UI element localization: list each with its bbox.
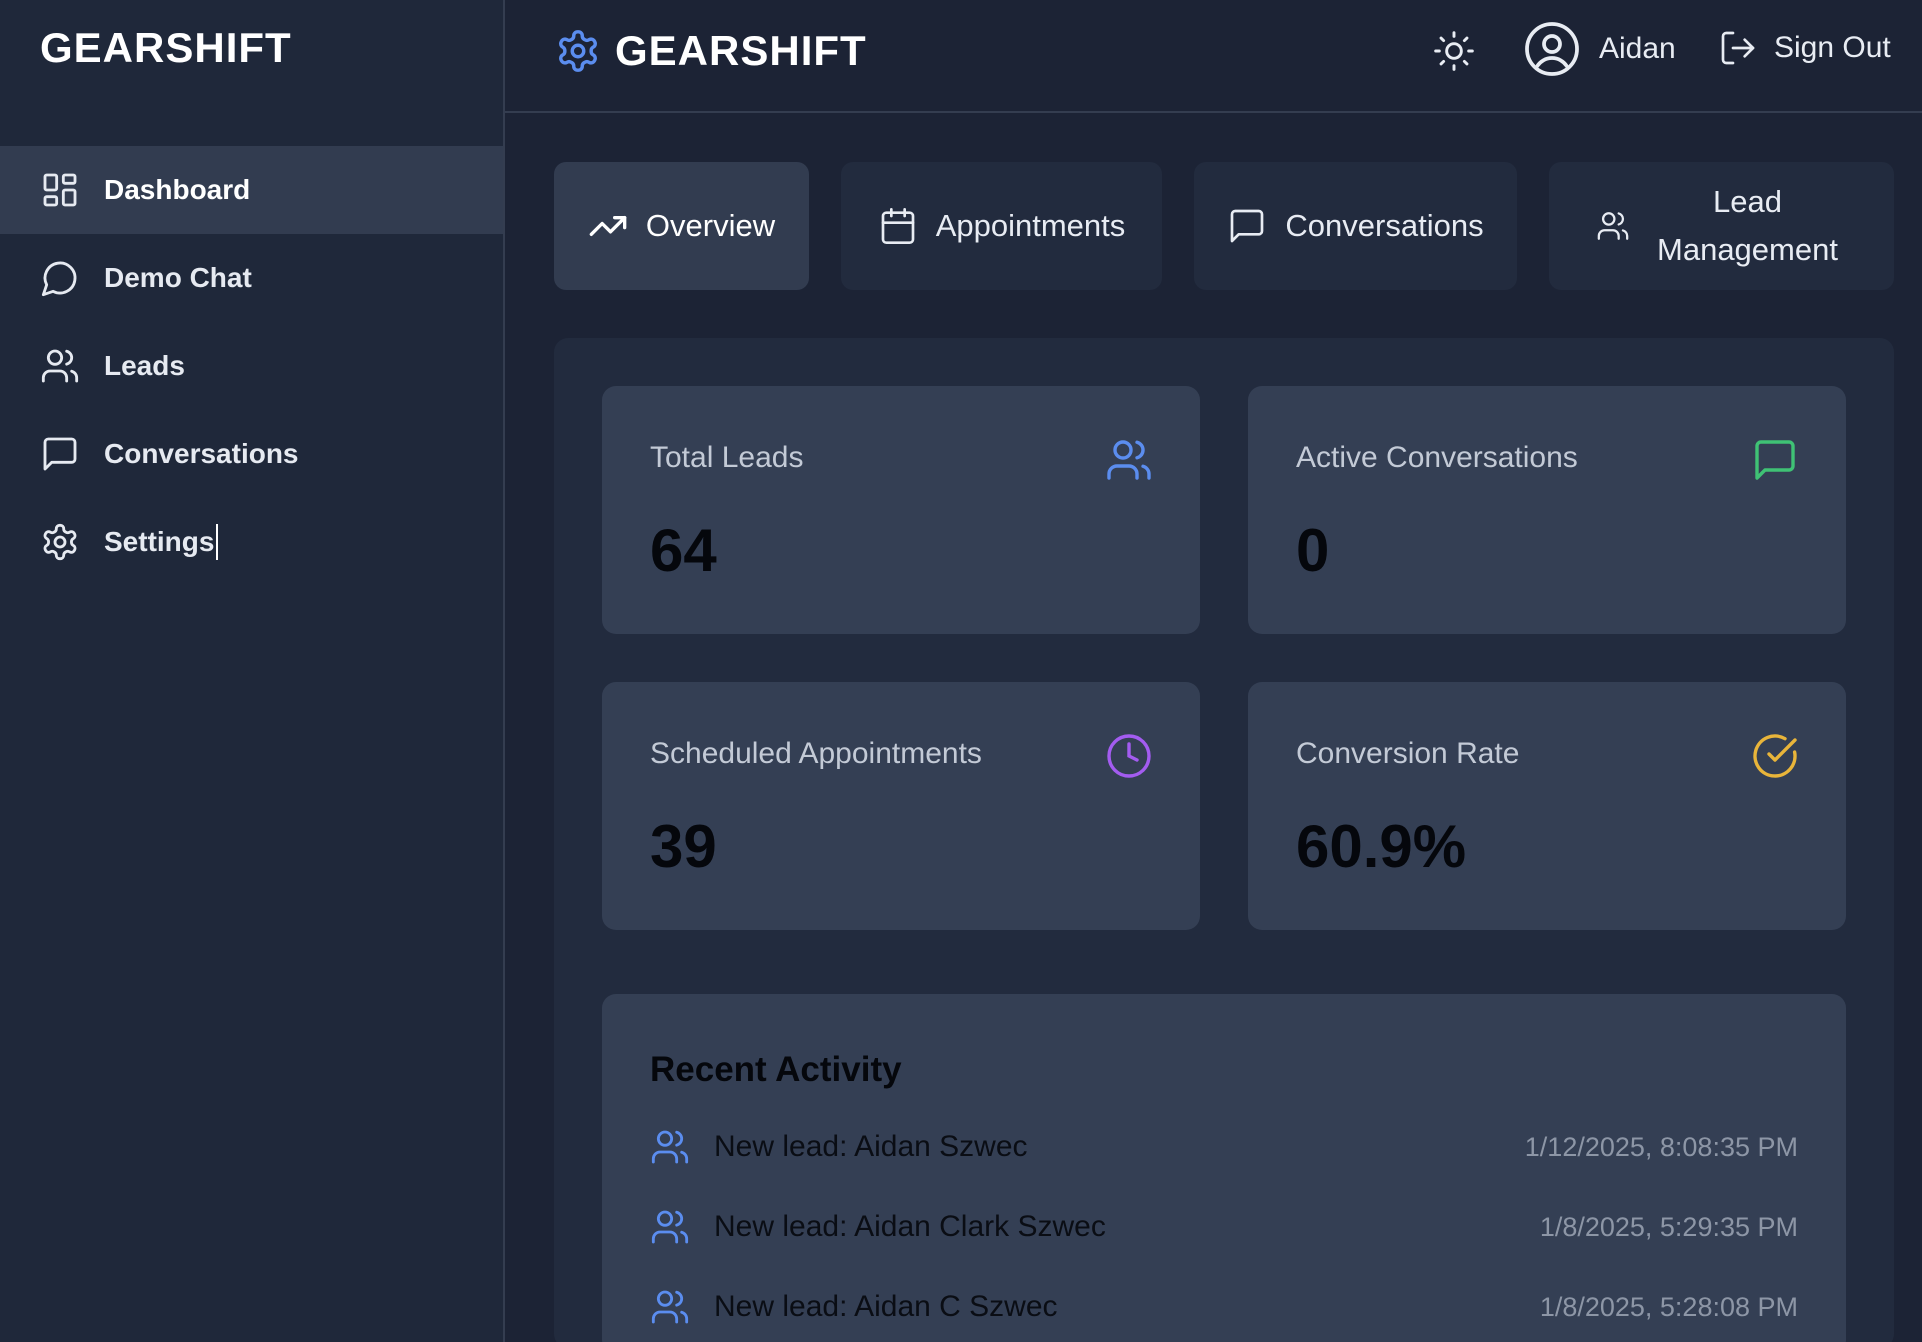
- tab-conversations[interactable]: Conversations: [1194, 162, 1517, 290]
- user-circle-icon: [1522, 19, 1582, 79]
- sidebar-item-conversations[interactable]: Conversations: [0, 410, 503, 498]
- stat-card-conversion-rate: Conversion Rate 60.9%: [1248, 682, 1846, 930]
- recent-activity-title: Recent Activity: [650, 1050, 902, 1089]
- activity-item[interactable]: New lead: Aidan C Szwec 1/8/2025, 5:28:0…: [650, 1282, 1798, 1332]
- stat-value: 39: [650, 813, 717, 880]
- gear-icon: [555, 28, 601, 74]
- sidebar-nav: Dashboard Demo Chat Leads Conversations …: [0, 146, 503, 586]
- activity-item[interactable]: New lead: Aidan Szwec 1/12/2025, 8:08:35…: [650, 1122, 1798, 1172]
- sidebar-item-leads[interactable]: Leads: [0, 322, 503, 410]
- user-menu[interactable]: Aidan: [1522, 19, 1676, 79]
- dashboard-grid-icon: [40, 170, 80, 210]
- stat-label: Conversion Rate: [1296, 737, 1520, 770]
- sidebar-item-label: Conversations: [104, 438, 299, 469]
- stat-value: 0: [1296, 517, 1330, 584]
- tab-overview[interactable]: Overview: [554, 162, 809, 290]
- tab-lead-management[interactable]: Lead Management: [1549, 162, 1894, 290]
- gear-icon: [40, 522, 80, 562]
- tab-label: Conversations: [1285, 208, 1484, 243]
- stat-card-active-conversations: Active Conversations 0: [1248, 386, 1846, 634]
- tab-appointments[interactable]: Appointments: [841, 162, 1162, 290]
- activity-time: 1/8/2025, 5:29:35 PM: [1539, 1211, 1798, 1242]
- activity-time: 1/8/2025, 5:28:08 PM: [1539, 1291, 1798, 1322]
- stat-card-scheduled-appointments: Scheduled Appointments 39: [602, 682, 1200, 930]
- text-cursor: [216, 524, 219, 560]
- activity-time: 1/12/2025, 8:08:35 PM: [1524, 1131, 1798, 1162]
- activity-text: New lead: Aidan C Szwec: [714, 1290, 1058, 1323]
- tab-label: Overview: [645, 208, 776, 243]
- users-icon: [650, 1127, 690, 1167]
- sign-out-button[interactable]: Sign Out: [1718, 28, 1891, 68]
- sidebar: GEARSHIFT Dashboard Demo Chat Leads Conv…: [0, 0, 505, 1342]
- tab-label-line: Lead: [1713, 184, 1782, 219]
- sidebar-item-label: Dashboard: [104, 174, 251, 205]
- users-icon: [650, 1287, 690, 1327]
- user-name: Aidan: [1599, 32, 1676, 65]
- header-brand-label: GEARSHIFT: [615, 27, 867, 74]
- sidebar-item-label: Demo Chat: [104, 262, 252, 293]
- stat-card-total-leads: Total Leads 64: [602, 386, 1200, 634]
- users-icon: [40, 346, 80, 386]
- stat-label: Scheduled Appointments: [650, 737, 982, 770]
- users-icon: [1105, 436, 1153, 484]
- sidebar-item-demo-chat[interactable]: Demo Chat: [0, 234, 503, 322]
- activity-text: New lead: Aidan Szwec: [714, 1130, 1028, 1163]
- stat-value: 64: [650, 517, 717, 584]
- users-icon: [1596, 209, 1630, 243]
- message-square-icon: [1227, 206, 1267, 246]
- top-header: GEARSHIFT Aidan Sign Out: [505, 0, 1922, 113]
- clock-icon: [1105, 732, 1153, 780]
- calendar-icon: [878, 206, 918, 246]
- message-square-icon: [1751, 436, 1799, 484]
- trending-up-icon: [588, 206, 628, 246]
- stat-value: 60.9%: [1296, 813, 1467, 880]
- message-square-icon: [40, 434, 80, 474]
- users-icon: [650, 1207, 690, 1247]
- activity-text: New lead: Aidan Clark Szwec: [714, 1210, 1106, 1243]
- activity-item[interactable]: New lead: Aidan Clark Szwec 1/8/2025, 5:…: [650, 1202, 1798, 1252]
- sidebar-item-settings[interactable]: Settings: [0, 498, 503, 586]
- sidebar-item-label: Settings: [104, 526, 215, 557]
- stat-label: Active Conversations: [1296, 441, 1578, 474]
- tab-label-line: Management: [1657, 232, 1838, 267]
- stat-label: Total Leads: [650, 441, 804, 474]
- header-brand[interactable]: GEARSHIFT: [555, 27, 867, 75]
- tab-label: Appointments: [935, 208, 1126, 243]
- chat-bubble-icon: [40, 258, 80, 298]
- sun-icon: [1432, 29, 1476, 73]
- check-circle-icon: [1751, 732, 1799, 780]
- sidebar-item-label: Leads: [104, 350, 185, 381]
- sidebar-item-dashboard[interactable]: Dashboard: [0, 146, 503, 234]
- logout-icon: [1718, 28, 1758, 68]
- sign-out-label: Sign Out: [1774, 31, 1891, 64]
- theme-toggle-button[interactable]: [1432, 29, 1476, 73]
- sidebar-brand: GEARSHIFT: [40, 24, 292, 71]
- recent-activity-card: Recent Activity New lead: Aidan Szwec 1/…: [602, 994, 1846, 1342]
- tab-label: Lead Management: [1648, 178, 1848, 274]
